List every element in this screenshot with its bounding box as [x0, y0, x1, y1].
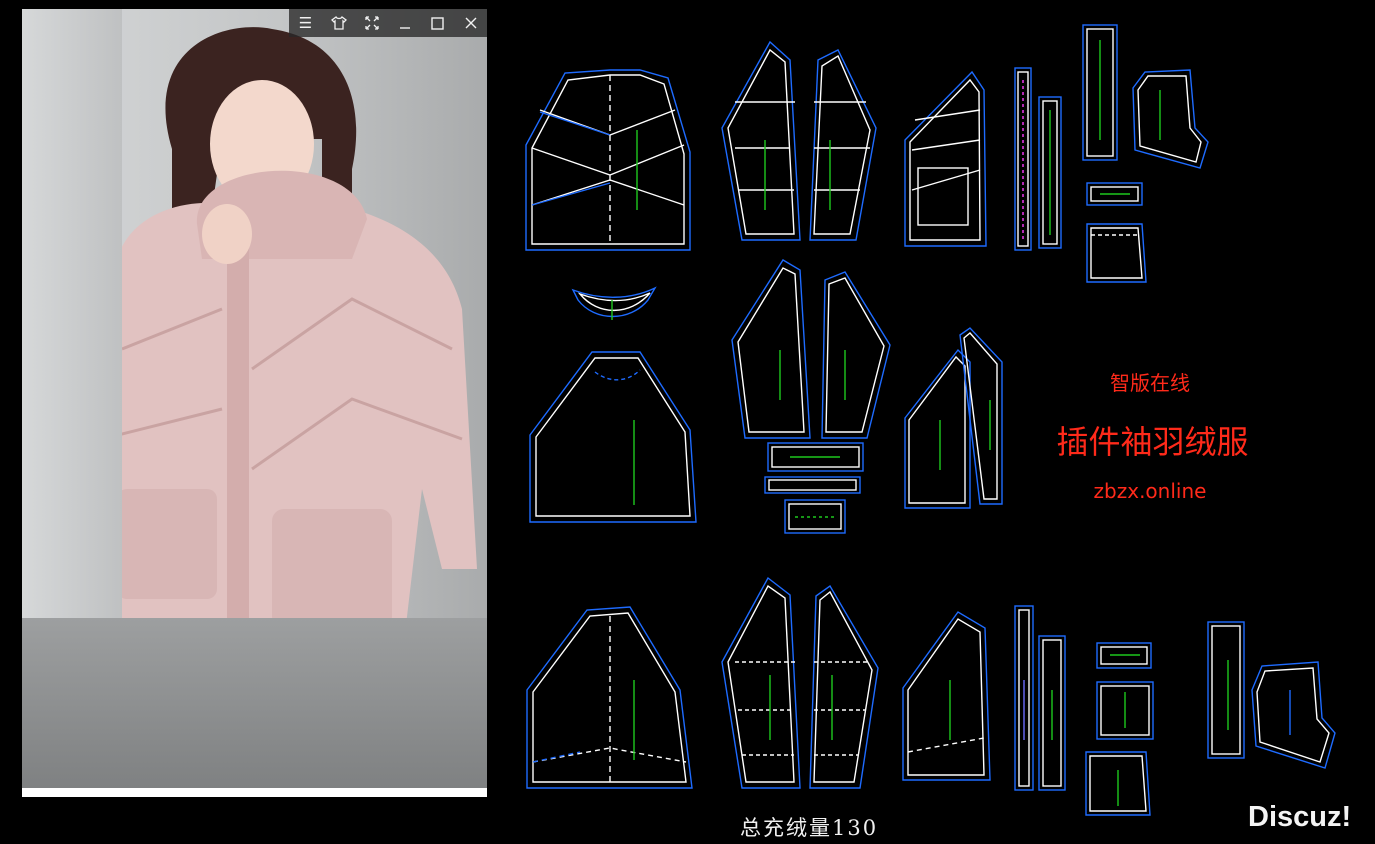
minimize-icon[interactable] [388, 9, 421, 37]
brand-title: 插件袖羽绒服 [1056, 423, 1249, 461]
pattern-piece-hood-side [1132, 69, 1209, 169]
pattern-piece-cuff-1 [767, 442, 864, 472]
pattern-piece-collar [571, 286, 657, 320]
pattern-piece-hood-center [1082, 24, 1118, 161]
pattern-piece-lining-sleeve-2 [821, 271, 891, 439]
pattern-piece-lining-front [904, 348, 971, 509]
pattern-piece-cuff-2 [764, 476, 861, 494]
pattern-piece-lining-facing [959, 327, 1003, 505]
pattern-piece-sleeve-1 [721, 40, 801, 241]
brand-url: zbzx.online [1093, 479, 1207, 503]
pattern-piece-graded-placket-1 [1014, 605, 1034, 791]
pattern-piece-placket-2 [1038, 96, 1062, 249]
shirt-icon[interactable] [322, 9, 355, 37]
pattern-piece-graded-flap [1085, 751, 1151, 816]
pattern-piece-tab [1086, 182, 1143, 206]
shirt-icon-glyph [330, 16, 347, 30]
pattern-piece-graded-front [902, 611, 991, 781]
pattern-piece-graded-pocket [1096, 681, 1154, 740]
pattern-piece-lining-sleeve-1 [731, 259, 811, 439]
pattern-piece-graded-hood-side [1251, 661, 1336, 769]
pattern-canvas: 智版在线 插件袖羽绒服 zbzx.online 总充绒量130 Discuz! [500, 0, 1375, 844]
maximize-icon[interactable] [421, 9, 454, 37]
pattern-piece-small-rect [784, 499, 846, 534]
pattern-piece-graded-placket-2 [1038, 635, 1066, 791]
product-photo [22, 9, 487, 788]
brand-subtitle: 智版在线 [1110, 371, 1190, 395]
close-icon[interactable] [454, 9, 487, 37]
menu-icon[interactable]: ☰ [289, 9, 322, 37]
discuz-watermark: Discuz! [1248, 801, 1352, 833]
fit-screen-icon-glyph [364, 16, 379, 30]
pattern-piece-graded-tab [1096, 642, 1152, 669]
pattern-piece-sleeve-2 [809, 49, 877, 241]
fill-total-label: 总充绒量130 [740, 816, 879, 840]
pattern-piece-back-body [525, 69, 691, 251]
pattern-piece-pocket-flap [1086, 223, 1147, 283]
pattern-piece-lining-body [529, 351, 697, 523]
fit-screen-icon[interactable] [355, 9, 388, 37]
pattern-piece-graded-sleeve-2 [809, 584, 879, 789]
viewer-toolbar: ☰ [289, 9, 487, 37]
pattern-piece-placket-1 [1014, 67, 1032, 251]
pattern-piece-graded-back [526, 606, 693, 789]
pattern-piece-front-body [904, 70, 987, 247]
pattern-piece-graded-hood-center [1207, 621, 1245, 759]
pattern-piece-graded-sleeve-1 [721, 576, 801, 789]
image-viewer-panel: ☰ [22, 9, 487, 797]
